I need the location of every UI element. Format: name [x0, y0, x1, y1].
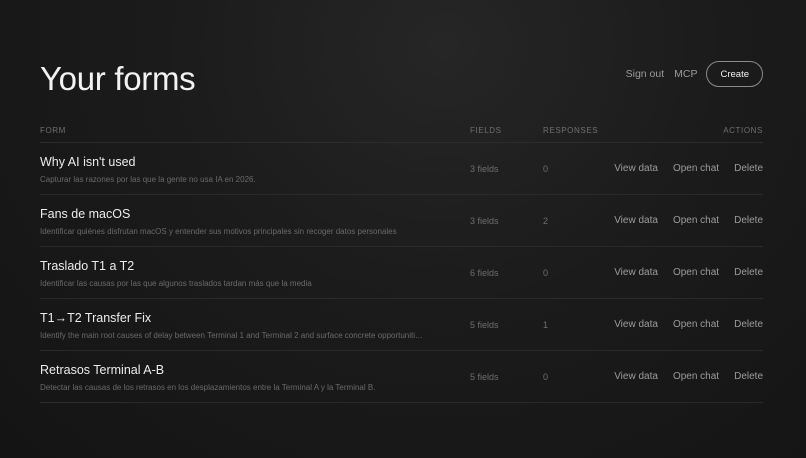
row-actions: View data Open chat Delete: [614, 371, 763, 382]
mcp-link[interactable]: MCP: [674, 68, 697, 80]
column-header-responses: RESPONSES: [543, 126, 599, 135]
form-responses-count: 0: [543, 268, 549, 278]
table-row: Fans de macOS Identificar quiénes disfru…: [40, 195, 763, 247]
form-fields-count: 5 fields: [470, 372, 499, 382]
row-actions: View data Open chat Delete: [614, 215, 763, 226]
create-button[interactable]: Create: [706, 61, 763, 87]
forms-page: Your forms Sign out MCP Create FORM FIEL…: [0, 0, 806, 458]
sign-out-link[interactable]: Sign out: [626, 68, 665, 80]
form-fields-count: 3 fields: [470, 164, 499, 174]
form-name[interactable]: Why AI isn't used: [40, 155, 135, 169]
delete-button[interactable]: Delete: [734, 163, 763, 174]
form-responses-count: 2: [543, 216, 549, 226]
view-data-button[interactable]: View data: [614, 371, 658, 382]
table-row: Traslado T1 a T2 Identificar las causas …: [40, 247, 763, 299]
form-description: Identify the main root causes of delay b…: [40, 331, 424, 340]
table-header: FORM FIELDS RESPONSES ACTIONS: [40, 122, 763, 143]
table-row: Why AI isn't used Capturar las razones p…: [40, 143, 763, 195]
form-responses-count: 0: [543, 372, 549, 382]
form-fields-count: 3 fields: [470, 216, 499, 226]
view-data-button[interactable]: View data: [614, 163, 658, 174]
delete-button[interactable]: Delete: [734, 371, 763, 382]
form-name[interactable]: Retrasos Terminal A-B: [40, 363, 164, 377]
form-description: Identificar las causas por las que algun…: [40, 279, 312, 288]
table-row: Retrasos Terminal A-B Detectar las causa…: [40, 351, 763, 403]
delete-button[interactable]: Delete: [734, 215, 763, 226]
table-row: T1→T2 Transfer Fix Identify the main roo…: [40, 299, 763, 351]
form-fields-count: 5 fields: [470, 320, 499, 330]
delete-button[interactable]: Delete: [734, 267, 763, 278]
form-description: Detectar las causas de los retrasos en l…: [40, 383, 376, 392]
column-header-actions: ACTIONS: [723, 126, 763, 135]
row-actions: View data Open chat Delete: [614, 163, 763, 174]
view-data-button[interactable]: View data: [614, 319, 658, 330]
form-responses-count: 1: [543, 320, 549, 330]
row-actions: View data Open chat Delete: [614, 267, 763, 278]
view-data-button[interactable]: View data: [614, 215, 658, 226]
column-header-form: FORM: [40, 126, 66, 135]
form-name[interactable]: T1→T2 Transfer Fix: [40, 311, 151, 325]
form-description: Capturar las razones por las que la gent…: [40, 175, 256, 184]
top-nav: Sign out MCP Create: [626, 61, 763, 87]
view-data-button[interactable]: View data: [614, 267, 658, 278]
form-description: Identificar quiénes disfrutan macOS y en…: [40, 227, 397, 236]
open-chat-button[interactable]: Open chat: [673, 267, 719, 278]
row-actions: View data Open chat Delete: [614, 319, 763, 330]
form-responses-count: 0: [543, 164, 549, 174]
page-title: Your forms: [40, 60, 196, 97]
form-name[interactable]: Traslado T1 a T2: [40, 259, 134, 273]
form-name[interactable]: Fans de macOS: [40, 207, 130, 221]
open-chat-button[interactable]: Open chat: [673, 319, 719, 330]
open-chat-button[interactable]: Open chat: [673, 371, 719, 382]
forms-table: FORM FIELDS RESPONSES ACTIONS Why AI isn…: [40, 122, 763, 403]
delete-button[interactable]: Delete: [734, 319, 763, 330]
form-fields-count: 6 fields: [470, 268, 499, 278]
open-chat-button[interactable]: Open chat: [673, 215, 719, 226]
column-header-fields: FIELDS: [470, 126, 502, 135]
open-chat-button[interactable]: Open chat: [673, 163, 719, 174]
